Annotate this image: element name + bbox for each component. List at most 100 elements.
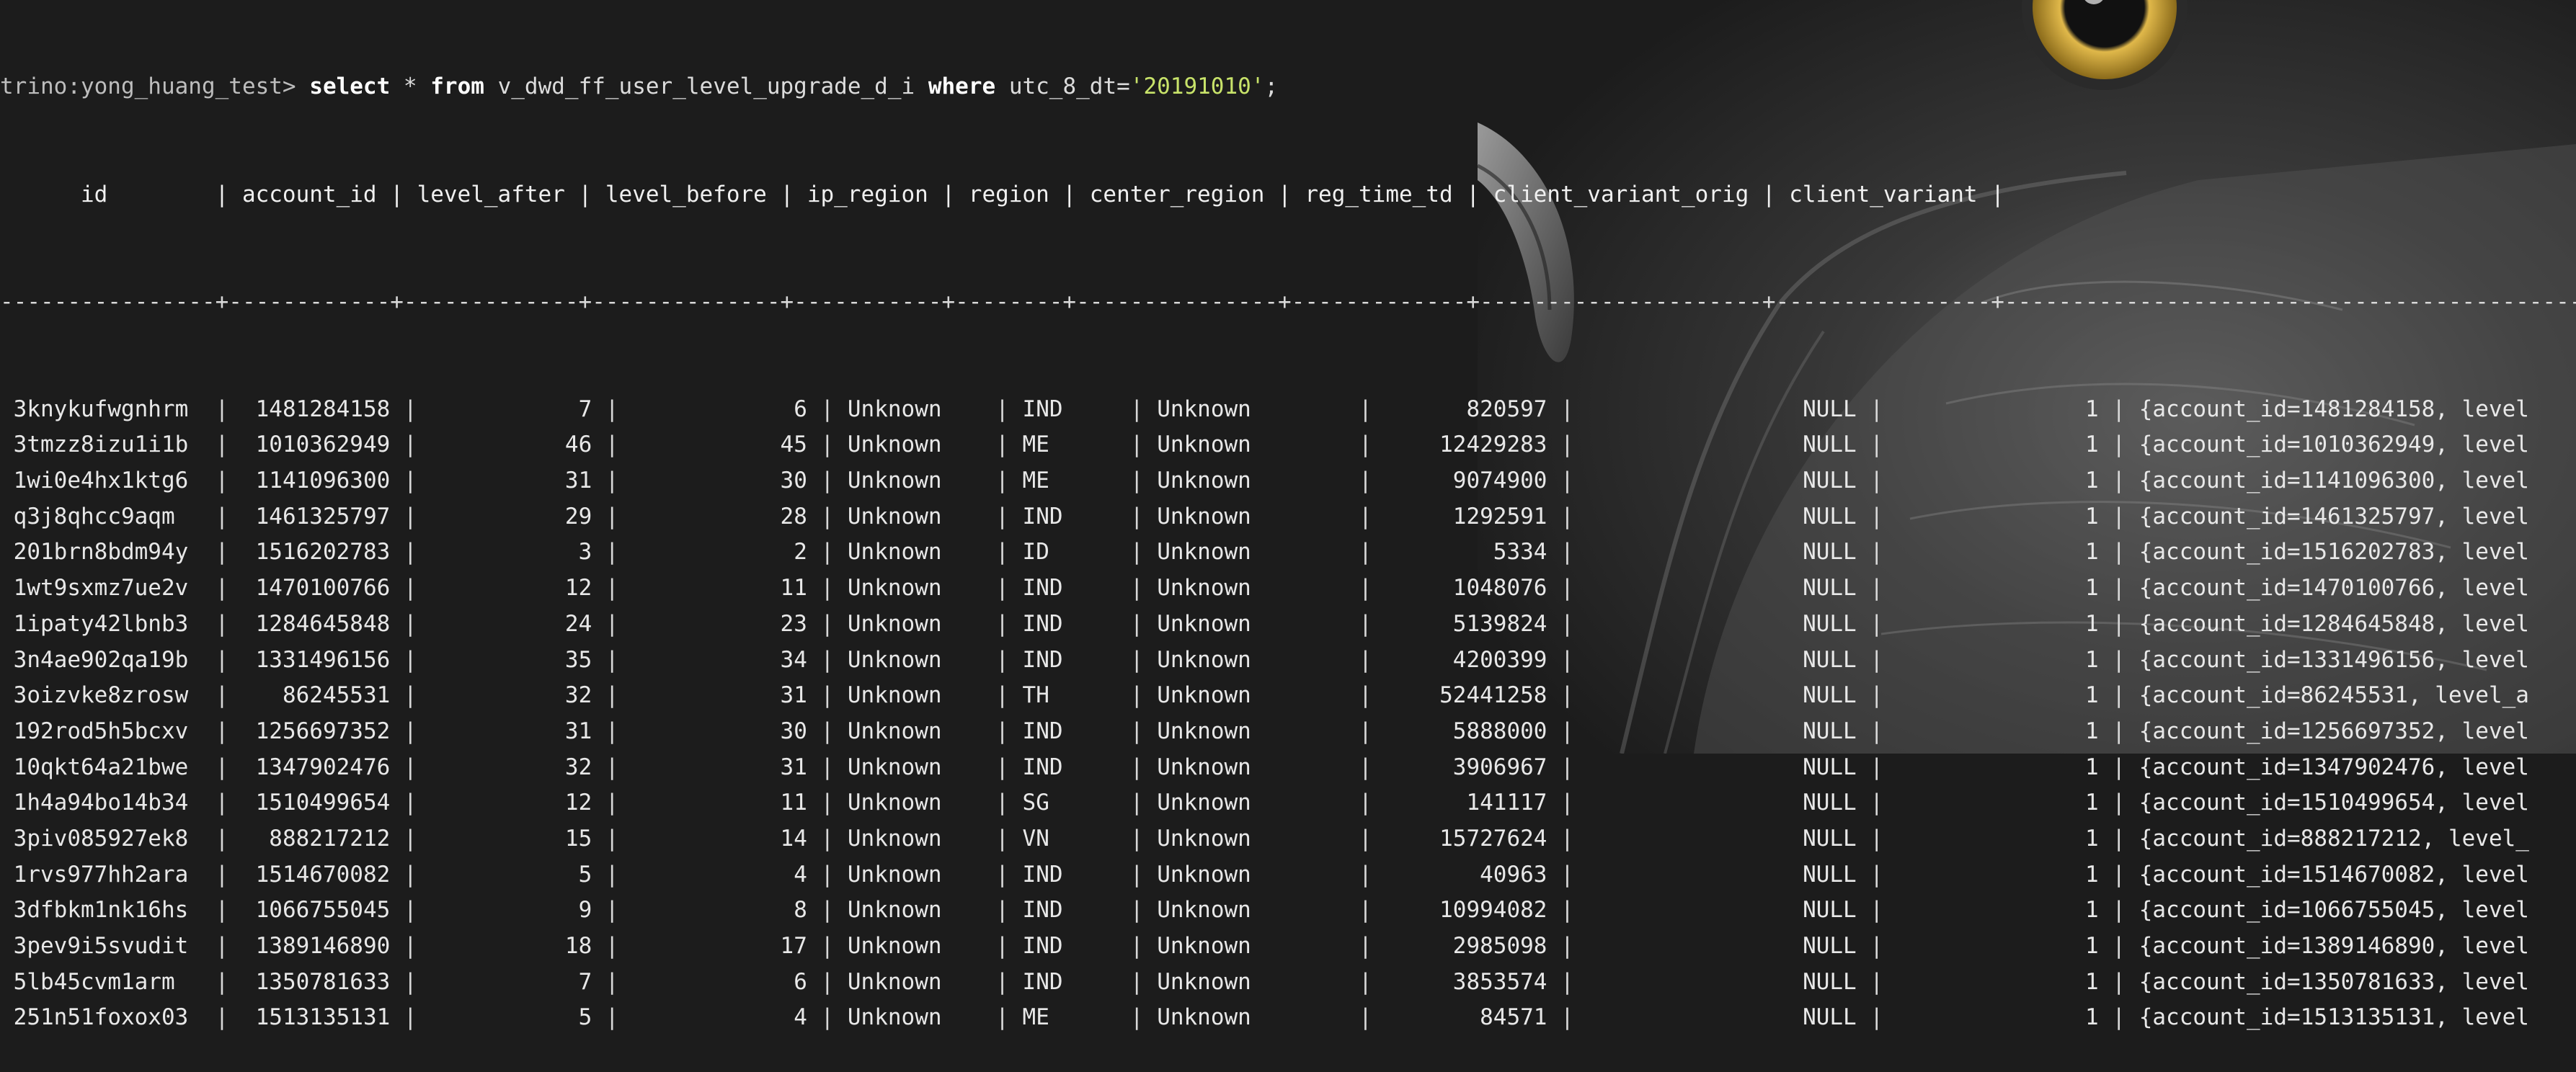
cell-region: SG: [1022, 790, 1117, 816]
cell-extra: {account_id=1010362949, level: [2138, 432, 2529, 458]
table-row: 3n4ae902qa19b | 1331496156 | 35 | 34 | U…: [13, 646, 2529, 673]
table-row: 3pev9i5svudit | 1389146890 | 18 | 17 | U…: [13, 933, 2529, 959]
table-row: 3piv085927ek8 | 888217212 | 15 | 14 | Un…: [13, 825, 2529, 852]
cell-client-variant-orig: NULL: [1587, 539, 1857, 566]
cell-ip-region: Unknown: [847, 1004, 982, 1031]
cell-ip-region: Unknown: [847, 468, 982, 494]
cell-account-id: 1141096300: [241, 468, 391, 494]
cell-reg-time-td: 2985098: [1385, 933, 1547, 959]
cell-level-before: 6: [632, 396, 807, 422]
table-row: 1wi0e4hx1ktg6 | 1141096300 | 31 | 30 | U…: [13, 468, 2529, 494]
cell-region: ME: [1022, 432, 1117, 458]
cell-id: 1wi0e4hx1ktg6: [13, 468, 202, 494]
cell-client-variant-orig: NULL: [1587, 396, 1857, 422]
cell-ip-region: Unknown: [847, 754, 982, 780]
cell-account-id: 1514670082: [241, 861, 391, 888]
sql-keyword-select: select: [309, 73, 391, 100]
cell-account-id: 1470100766: [241, 575, 391, 602]
cell-level-before: 28: [632, 503, 807, 530]
cell-level-before: 34: [632, 646, 807, 673]
cell-region: IND: [1022, 646, 1117, 673]
cell-region: IND: [1022, 897, 1117, 924]
cell-region: ME: [1022, 468, 1117, 494]
cell-level-after: 35: [430, 646, 592, 673]
cell-region: ID: [1022, 539, 1117, 566]
cell-center-region: Unknown: [1157, 575, 1346, 602]
cell-region: IND: [1022, 933, 1117, 959]
cell-level-before: 14: [632, 825, 807, 852]
cell-extra: {account_id=1516202783, level: [2138, 539, 2529, 566]
cell-center-region: Unknown: [1157, 539, 1346, 566]
cell-extra: {account_id=1347902476, level: [2138, 754, 2529, 780]
cell-region: ME: [1022, 1004, 1117, 1031]
cell-center-region: Unknown: [1157, 718, 1346, 744]
cell-reg-time-td: 3853574: [1385, 968, 1547, 995]
cell-extra: {account_id=1389146890, level: [2138, 933, 2529, 959]
cell-level-after: 5: [430, 861, 592, 888]
cell-center-region: Unknown: [1157, 503, 1346, 530]
table-row: 1wt9sxmz7ue2v | 1470100766 | 12 | 11 | U…: [13, 575, 2529, 602]
cell-id: 3dfbkm1nk16hs: [13, 897, 202, 924]
cell-extra: {account_id=1331496156, level: [2138, 646, 2529, 673]
cell-center-region: Unknown: [1157, 968, 1346, 995]
cell-level-after: 46: [430, 432, 592, 458]
cell-level-before: 11: [632, 575, 807, 602]
cell-ip-region: Unknown: [847, 825, 982, 852]
cell-ip-region: Unknown: [847, 610, 982, 637]
terminal[interactable]: trino:yong_huang_test> select * from v_d…: [0, 0, 2576, 1072]
cell-reg-time-td: 5888000: [1385, 718, 1547, 744]
cell-level-before: 4: [632, 861, 807, 888]
cell-client-variant-orig: NULL: [1587, 1004, 1857, 1031]
cell-center-region: Unknown: [1157, 933, 1346, 959]
cell-extra: {account_id=1481284158, level: [2138, 396, 2529, 422]
cell-region: IND: [1022, 861, 1117, 888]
cell-client-variant: 1: [1896, 646, 2099, 673]
cell-client-variant-orig: NULL: [1587, 468, 1857, 494]
cell-reg-time-td: 84571: [1385, 1004, 1547, 1031]
sql-keyword-where: where: [928, 73, 996, 100]
cell-ip-region: Unknown: [847, 646, 982, 673]
cell-client-variant: 1: [1896, 754, 2099, 780]
cell-client-variant-orig: NULL: [1587, 754, 1857, 780]
cell-client-variant: 1: [1896, 682, 2099, 709]
cell-id: 201brn8bdm94y: [13, 539, 202, 566]
table-row: 10qkt64a21bwe | 1347902476 | 32 | 31 | U…: [13, 754, 2529, 780]
cell-client-variant: 1: [1896, 718, 2099, 744]
cell-client-variant-orig: NULL: [1587, 861, 1857, 888]
cell-center-region: Unknown: [1157, 790, 1346, 816]
cell-account-id: 86245531: [241, 682, 391, 709]
cell-client-variant-orig: NULL: [1587, 432, 1857, 458]
cell-level-before: 8: [632, 897, 807, 924]
cell-client-variant: 1: [1896, 468, 2099, 494]
cell-center-region: Unknown: [1157, 754, 1346, 780]
cell-center-region: Unknown: [1157, 646, 1346, 673]
cell-reg-time-td: 141117: [1385, 790, 1547, 816]
cell-region: VN: [1022, 825, 1117, 852]
cell-level-after: 31: [430, 718, 592, 744]
cell-account-id: 1010362949: [241, 432, 391, 458]
cell-center-region: Unknown: [1157, 897, 1346, 924]
cell-level-after: 32: [430, 682, 592, 709]
cell-level-after: 7: [430, 396, 592, 422]
cell-reg-time-td: 9074900: [1385, 468, 1547, 494]
cell-client-variant: 1: [1896, 432, 2099, 458]
cell-level-after: 32: [430, 754, 592, 780]
cell-id: 1wt9sxmz7ue2v: [13, 575, 202, 602]
cell-client-variant-orig: NULL: [1587, 718, 1857, 744]
cell-reg-time-td: 4200399: [1385, 646, 1547, 673]
cell-id: 3pev9i5svudit: [13, 933, 202, 959]
cell-reg-time-td: 15727624: [1385, 825, 1547, 852]
cell-ip-region: Unknown: [847, 432, 982, 458]
cell-center-region: Unknown: [1157, 468, 1346, 494]
cell-extra: {account_id=1470100766, level: [2138, 575, 2529, 602]
cell-id: q3j8qhcc9aqm: [13, 503, 202, 530]
cell-region: IND: [1022, 968, 1117, 995]
result-separator: ----------------+------------+----------…: [0, 288, 2576, 315]
table-row: 192rod5h5bcxv | 1256697352 | 31 | 30 | U…: [13, 718, 2529, 744]
cell-reg-time-td: 10994082: [1385, 897, 1547, 924]
cell-center-region: Unknown: [1157, 861, 1346, 888]
cell-level-before: 23: [632, 610, 807, 637]
cell-ip-region: Unknown: [847, 396, 982, 422]
cell-reg-time-td: 820597: [1385, 396, 1547, 422]
cell-extra: {account_id=1510499654, level: [2138, 790, 2529, 816]
